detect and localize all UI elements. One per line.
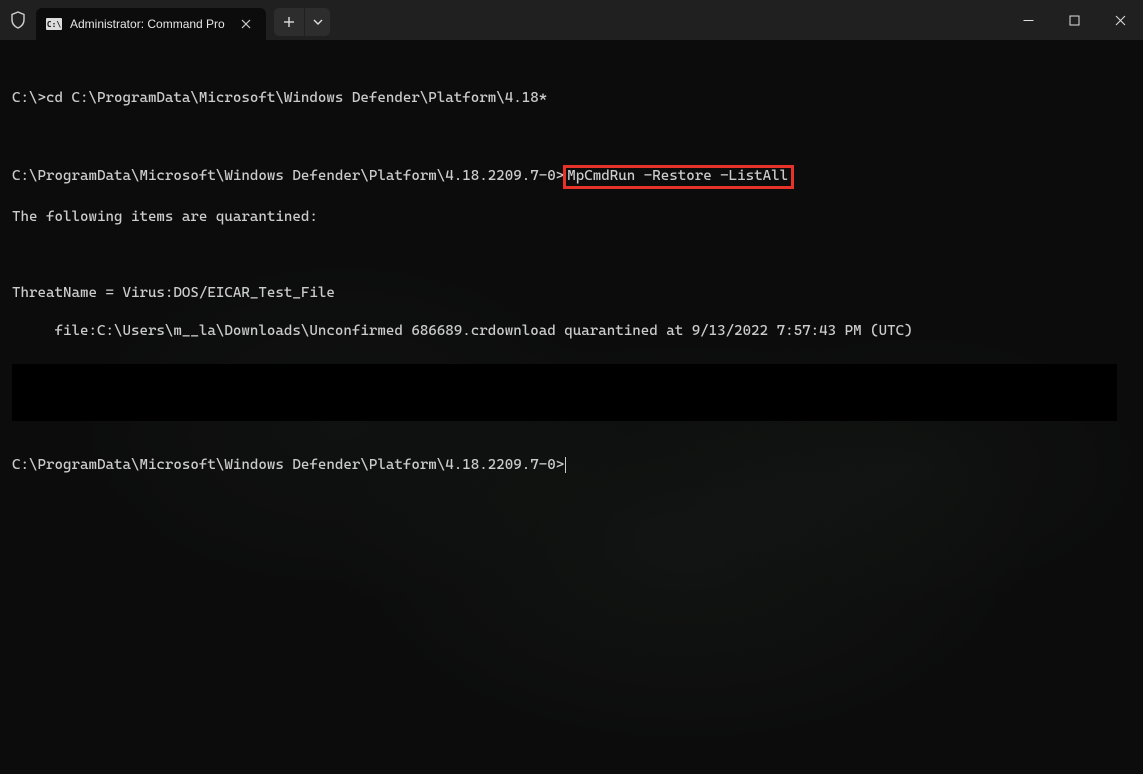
blank-line (12, 127, 1131, 146)
output-line: ThreatName = Virus:DOS/EICAR_Test_File (12, 284, 1131, 303)
cursor (565, 457, 566, 473)
cmd-prompt-icon: C:\ (46, 18, 62, 30)
tab-title: Administrator: Command Pro (70, 17, 225, 31)
prompt-line: C:\ProgramData\Microsoft\Windows Defende… (12, 165, 1131, 189)
tab-active[interactable]: C:\ Administrator: Command Pro (36, 8, 266, 40)
tab-close-button[interactable] (236, 14, 256, 34)
new-tab-button[interactable] (274, 8, 304, 36)
highlighted-command: MpCmdRun -Restore -ListAll (563, 165, 794, 189)
prompt-text: C:\> (12, 90, 46, 106)
new-tab-group (274, 8, 330, 36)
prompt-text: C:\ProgramData\Microsoft\Windows Defende… (12, 457, 564, 473)
app-shield-icon (0, 11, 36, 29)
window-controls (1005, 0, 1143, 40)
output-line: The following items are quarantined: (12, 208, 1131, 227)
tab-dropdown-button[interactable] (304, 8, 330, 36)
prompt-text: C:\ProgramData\Microsoft\Windows Defende… (12, 168, 564, 184)
command-text: cd C:\ProgramData\Microsoft\Windows Defe… (46, 90, 547, 106)
terminal-output[interactable]: C:\>cd C:\ProgramData\Microsoft\Windows … (0, 40, 1143, 506)
minimize-button[interactable] (1005, 0, 1051, 40)
maximize-button[interactable] (1051, 0, 1097, 40)
blank-line (12, 246, 1131, 265)
output-line: file:C:\Users\m__la\Downloads\Unconfirme… (12, 322, 1131, 341)
window-close-button[interactable] (1097, 0, 1143, 40)
prompt-line: C:\>cd C:\ProgramData\Microsoft\Windows … (12, 89, 1131, 108)
redacted-block (12, 364, 1117, 421)
prompt-line: C:\ProgramData\Microsoft\Windows Defende… (12, 456, 1131, 475)
titlebar[interactable]: C:\ Administrator: Command Pro (0, 0, 1143, 40)
